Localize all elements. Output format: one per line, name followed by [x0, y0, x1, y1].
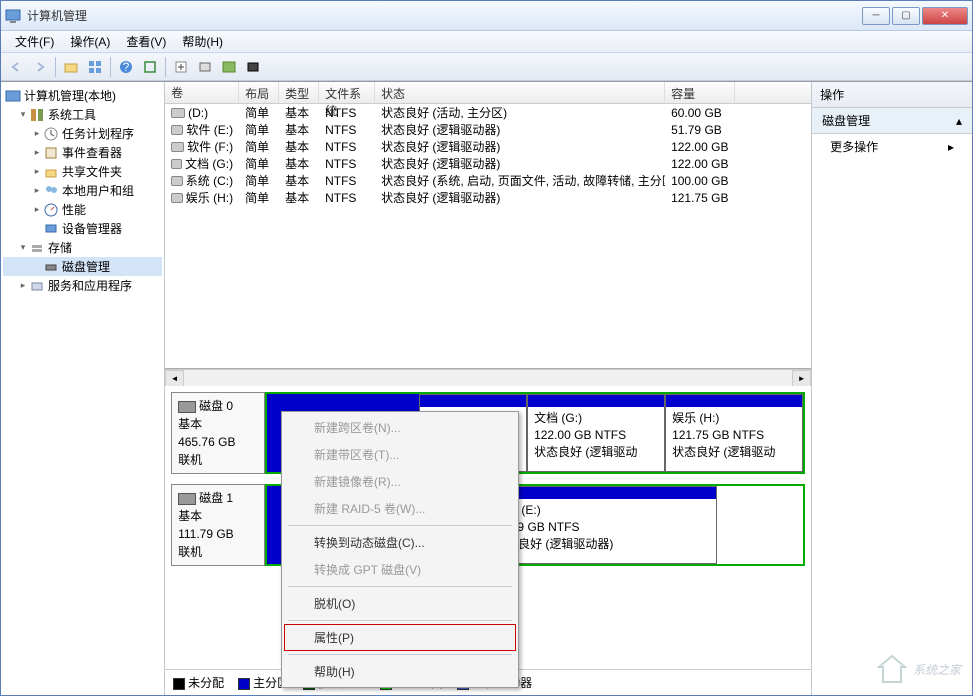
col-type[interactable]: 类型: [279, 82, 319, 103]
volume-row[interactable]: 娱乐 (H:)简单基本NTFS状态良好 (逻辑驱动器)121.75 GB: [165, 189, 811, 206]
actions-more[interactable]: 更多操作▸: [812, 134, 972, 159]
help-button[interactable]: ?: [115, 56, 137, 78]
col-volume[interactable]: 卷: [165, 82, 239, 103]
tree-scheduler[interactable]: ▸任务计划程序: [3, 124, 162, 143]
col-fs[interactable]: 文件系统: [319, 82, 375, 103]
close-button[interactable]: ✕: [922, 7, 968, 25]
tool-3[interactable]: [218, 56, 240, 78]
collapse-icon: ▴: [956, 114, 962, 128]
cm-new-mirror: 新建镜像卷(R)...: [284, 468, 516, 495]
disk-icon: [178, 401, 196, 413]
tree-root[interactable]: 计算机管理(本地): [3, 86, 162, 105]
cm-new-spanned: 新建跨区卷(N)...: [284, 414, 516, 441]
actions-section-diskmgmt[interactable]: 磁盘管理▴: [812, 108, 972, 134]
tree-localusers[interactable]: ▸本地用户和组: [3, 181, 162, 200]
cm-offline[interactable]: 脱机(O): [284, 590, 516, 617]
tool-2[interactable]: [194, 56, 216, 78]
view-button[interactable]: [84, 56, 106, 78]
volume-row[interactable]: 软件 (E:)简单基本NTFS状态良好 (逻辑驱动器)51.79 GB: [165, 121, 811, 138]
volume-row[interactable]: 软件 (F:)简单基本NTFS状态良好 (逻辑驱动器)122.00 GB: [165, 138, 811, 155]
disk-0-info[interactable]: 磁盘 0 基本 465.76 GB 联机: [171, 392, 265, 474]
menubar: 文件(F) 操作(A) 查看(V) 帮助(H): [1, 31, 972, 53]
tree-sharedfolders[interactable]: ▸共享文件夹: [3, 162, 162, 181]
col-status[interactable]: 状态: [375, 82, 665, 103]
tool-1[interactable]: [170, 56, 192, 78]
maximize-button[interactable]: ▢: [892, 7, 920, 25]
cm-properties[interactable]: 属性(P): [284, 624, 516, 651]
volume-row[interactable]: (D:)简单基本NTFS状态良好 (活动, 主分区)60.00 GB: [165, 104, 811, 121]
back-button: [5, 56, 27, 78]
col-layout[interactable]: 布局: [239, 82, 279, 103]
volume-row[interactable]: 系统 (C:)简单基本NTFS状态良好 (系统, 启动, 页面文件, 活动, 故…: [165, 172, 811, 189]
app-icon: [5, 8, 21, 24]
tree-performance[interactable]: ▸性能: [3, 200, 162, 219]
volume-row[interactable]: 文档 (G:)简单基本NTFS状态良好 (逻辑驱动器)122.00 GB: [165, 155, 811, 172]
tree-devicemgr[interactable]: 设备管理器: [3, 219, 162, 238]
tree-eventviewer[interactable]: ▸事件查看器: [3, 143, 162, 162]
svg-text:?: ?: [123, 60, 130, 74]
menu-action[interactable]: 操作(A): [62, 31, 118, 52]
minimize-button[interactable]: ─: [862, 7, 890, 25]
context-menu: 新建跨区卷(N)... 新建带区卷(T)... 新建镜像卷(R)... 新建 R…: [281, 411, 519, 688]
menu-help[interactable]: 帮助(H): [174, 31, 231, 52]
tree-pane[interactable]: 计算机管理(本地) ▾ 系统工具 ▸任务计划程序 ▸事件查看器 ▸共享文件夹 ▸…: [1, 82, 165, 695]
volume-list[interactable]: 卷 布局 类型 文件系统 状态 容量 (D:)简单基本NTFS状态良好 (活动,…: [165, 82, 811, 369]
disk-1-info[interactable]: 磁盘 1 基本 111.79 GB 联机: [171, 484, 265, 566]
partition-e[interactable]: 软件 (E:) 51.79 GB NTFS 状态良好 (逻辑驱动器): [487, 486, 717, 564]
toolbar: ?: [1, 53, 972, 81]
col-capacity[interactable]: 容量: [665, 82, 735, 103]
menu-view[interactable]: 查看(V): [118, 31, 174, 52]
cm-new-striped: 新建带区卷(T)...: [284, 441, 516, 468]
disk-icon: [178, 493, 196, 505]
menu-file[interactable]: 文件(F): [7, 31, 62, 52]
window-title: 计算机管理: [27, 7, 862, 24]
tree-systools[interactable]: ▾ 系统工具: [3, 105, 162, 124]
cm-to-dynamic[interactable]: 转换到动态磁盘(C)...: [284, 529, 516, 556]
refresh-button[interactable]: [139, 56, 161, 78]
horizontal-scrollbar[interactable]: [165, 369, 811, 386]
tree-services[interactable]: ▸服务和应用程序: [3, 276, 162, 295]
list-header: 卷 布局 类型 文件系统 状态 容量: [165, 82, 811, 104]
forward-button: [29, 56, 51, 78]
titlebar: 计算机管理 ─ ▢ ✕: [1, 1, 972, 31]
cm-help[interactable]: 帮助(H): [284, 658, 516, 685]
tree-storage[interactable]: ▾存储: [3, 238, 162, 257]
chevron-right-icon: ▸: [948, 140, 954, 154]
partition-h[interactable]: 娱乐 (H:) 121.75 GB NTFS 状态良好 (逻辑驱动: [665, 394, 803, 472]
tree-diskmgmt[interactable]: 磁盘管理: [3, 257, 162, 276]
folder-button[interactable]: [60, 56, 82, 78]
actions-pane: 操作 磁盘管理▴ 更多操作▸: [811, 82, 972, 695]
tool-4[interactable]: [242, 56, 264, 78]
actions-header: 操作: [812, 82, 972, 108]
cm-to-gpt: 转换成 GPT 磁盘(V): [284, 556, 516, 583]
cm-new-raid5: 新建 RAID-5 卷(W)...: [284, 495, 516, 522]
partition-g[interactable]: 文档 (G:) 122.00 GB NTFS 状态良好 (逻辑驱动: [527, 394, 665, 472]
